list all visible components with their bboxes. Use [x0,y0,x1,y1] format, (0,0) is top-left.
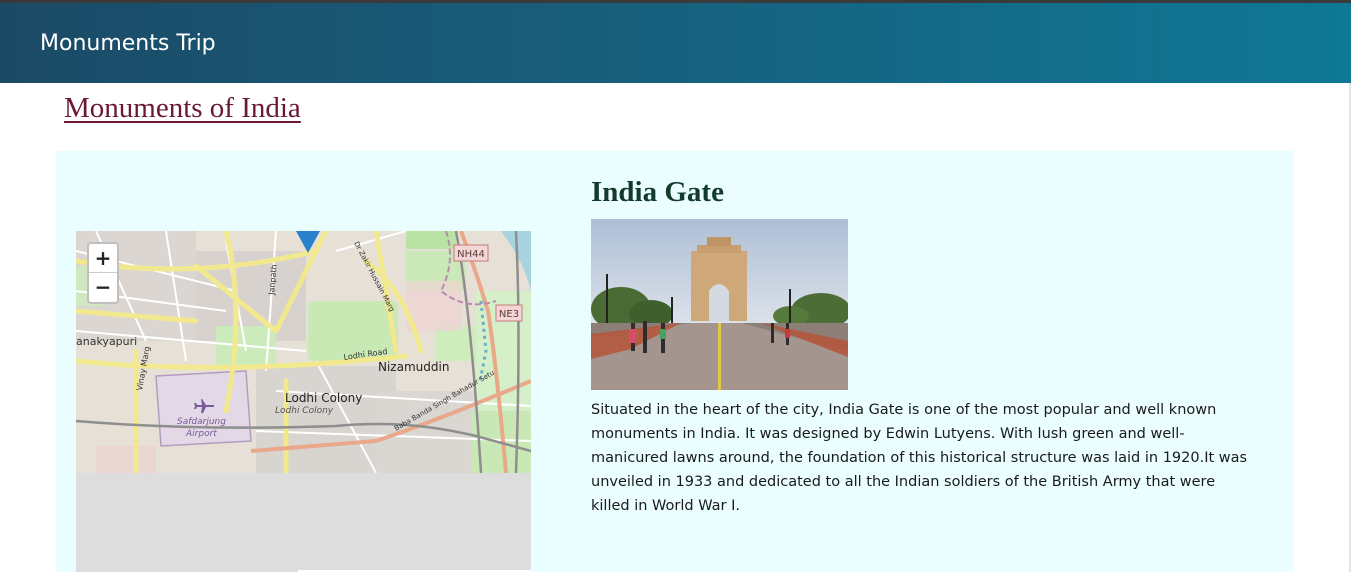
map-label-safdarjung: Safdarjung [177,417,226,427]
monument-photo [591,219,848,390]
description-line: unveiled in 1933 and dedicated to all th… [591,474,1216,490]
monument-description: Situated in the heart of the city, India… [591,398,1248,518]
brand-link[interactable]: Monuments Trip [40,31,216,56]
navbar: Monuments Trip [0,3,1351,83]
page-heading-link[interactable]: Monuments of India [64,92,301,125]
map-label-airport: Airport [185,429,217,439]
zoom-out-button[interactable]: − [89,273,117,302]
map-label-lodhi-colony: Lodhi Colony [285,391,362,405]
monument-title: India Gate [591,176,724,208]
description-line: Situated in the heart of the city, India… [591,402,1217,418]
map-label-lodhi-colony-sub: Lodhi Colony [275,406,334,416]
map-widget[interactable]: NH44 NE3 anakyapuri Nizamuddin Lodhi Col… [76,231,531,572]
description-line: monuments in India. It was designed by E… [591,426,1185,442]
description-line: killed in World War I. [591,498,740,514]
description-line: manicured lawns around, the foundation o… [591,450,1248,466]
zoom-in-button[interactable]: + [89,244,117,273]
zoom-control: + − [87,242,119,304]
map-label-nh44: NH44 [457,249,485,260]
map-tiles[interactable]: NH44 NE3 anakyapuri Nizamuddin Lodhi Col… [76,231,531,473]
map-label-janakpuri: anakyapuri [76,335,137,348]
map-label-nizamuddin: Nizamuddin [378,360,449,374]
map-label-ne3: NE3 [499,309,519,320]
